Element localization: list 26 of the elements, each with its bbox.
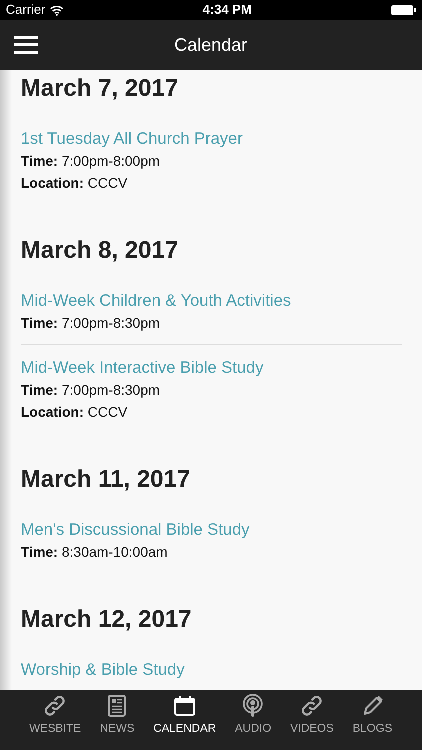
battery-icon (391, 4, 416, 16)
event-detail: Location: CCCV (21, 403, 128, 422)
wifi-icon (50, 4, 64, 16)
event-detail: Time: 7:00pm-8:30pm (21, 314, 160, 333)
podcast-icon (241, 694, 266, 718)
tab-button[interactable]: WESBITE (27, 694, 84, 750)
date-heading: March 11, 2017 (21, 465, 192, 495)
link-icon (43, 694, 68, 718)
tab-button[interactable]: BLOGS (350, 694, 394, 750)
date-heading: March 8, 2017 (21, 236, 180, 266)
tab-button[interactable]: AUDIO (233, 694, 274, 750)
event-detail: Time: 7:00pm-8:30pm (21, 381, 160, 400)
tab-button[interactable]: VIDEOS (288, 694, 336, 750)
date-heading: March 12, 2017 (21, 605, 193, 635)
page-title: Calendar (174, 34, 248, 54)
date-heading: March 7, 2017 (21, 74, 180, 104)
menu-button[interactable] (14, 35, 38, 55)
tab-button[interactable]: CALENDAR (152, 694, 218, 750)
calendar-icon (172, 694, 197, 718)
event-detail: Time: 8:30am-10:00am (21, 543, 168, 562)
clock-time: 4:34 PM (202, 2, 252, 18)
link-icon (300, 694, 324, 718)
carrier-label: Carrier (6, 1, 46, 20)
tab-button[interactable]: NEWS (98, 694, 137, 750)
event-detail: Location: CCCV (21, 174, 128, 193)
event-detail: Time: 7:00pm-8:00pm (21, 152, 160, 171)
